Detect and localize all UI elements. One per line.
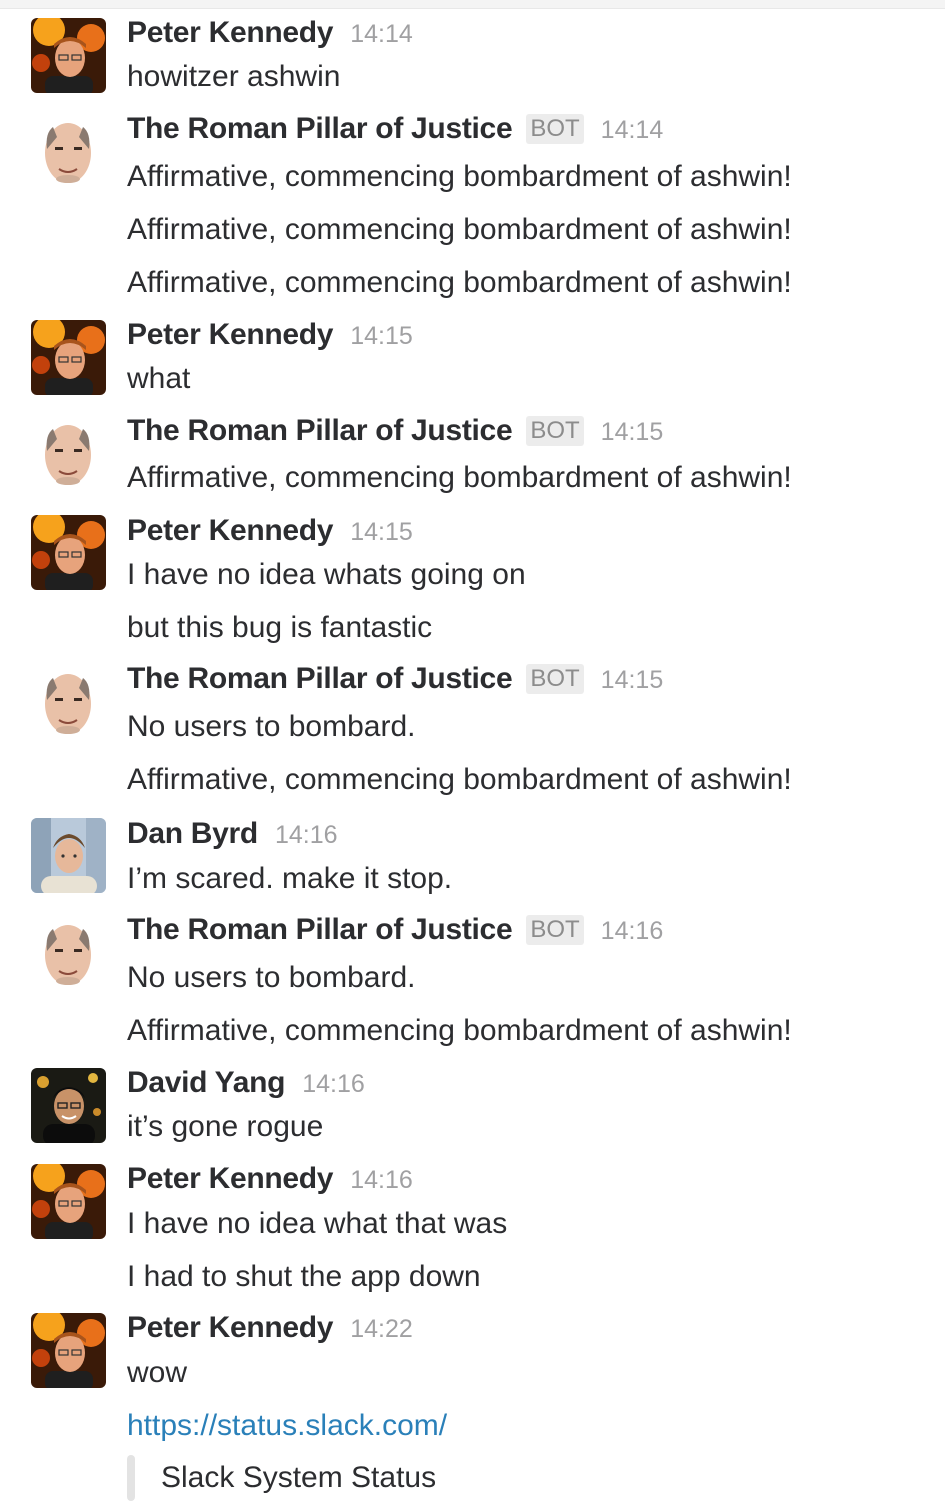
message-header: Peter Kennedy 14:16 xyxy=(127,1162,413,1202)
message-text: it’s gone rogue xyxy=(127,1110,324,1143)
message-text: Affirmative, commencing bombardment of a… xyxy=(127,1014,792,1047)
message-text: howitzer ashwin xyxy=(127,60,341,93)
attachment-title[interactable]: Slack System Status xyxy=(161,1458,436,1498)
author-name[interactable]: Peter Kennedy xyxy=(127,514,333,548)
message-text: but this bug is fantastic xyxy=(127,611,433,644)
avatar-peter-kennedy[interactable] xyxy=(31,1313,106,1388)
message-header: Peter Kennedy 14:22 xyxy=(127,1311,413,1351)
message-text: No users to bombard. xyxy=(127,710,416,743)
message-timestamp[interactable]: 14:14 xyxy=(350,20,413,49)
message-timestamp[interactable]: 14:15 xyxy=(601,666,664,695)
top-divider xyxy=(0,0,945,9)
message-text: wow xyxy=(127,1356,188,1389)
message-header: The Roman Pillar of Justice BOT 14:16 xyxy=(127,913,663,953)
avatar-peter-kennedy[interactable] xyxy=(31,320,106,395)
author-name[interactable]: Dan Byrd xyxy=(127,817,258,851)
author-name[interactable]: The Roman Pillar of Justice xyxy=(127,662,513,696)
message-header: Peter Kennedy 14:15 xyxy=(127,514,413,554)
bot-badge: BOT xyxy=(526,114,584,144)
avatar-roman-pillar[interactable] xyxy=(31,415,106,490)
message-timestamp[interactable]: 14:16 xyxy=(302,1070,365,1099)
message-text: I’m scared. make it stop. xyxy=(127,862,453,895)
message-text: No users to bombard. xyxy=(127,961,416,994)
message-timestamp[interactable]: 14:15 xyxy=(350,518,413,547)
message-header: David Yang 14:16 xyxy=(127,1066,365,1106)
avatar-roman-pillar[interactable] xyxy=(31,113,106,188)
author-name[interactable]: Peter Kennedy xyxy=(127,16,333,50)
avatar-dan-byrd[interactable] xyxy=(31,818,106,893)
message-text: Affirmative, commencing bombardment of a… xyxy=(127,160,792,193)
message-text: Affirmative, commencing bombardment of a… xyxy=(127,763,792,796)
avatar-david-yang[interactable] xyxy=(31,1068,106,1143)
message-timestamp[interactable]: 14:15 xyxy=(350,322,413,351)
message-text: Affirmative, commencing bombardment of a… xyxy=(127,461,792,494)
message-text: what xyxy=(127,362,191,395)
message-timestamp[interactable]: 14:16 xyxy=(601,917,664,946)
message-header: Dan Byrd 14:16 xyxy=(127,817,338,857)
avatar-peter-kennedy[interactable] xyxy=(31,18,106,93)
author-name[interactable]: Peter Kennedy xyxy=(127,1311,333,1345)
message-header: The Roman Pillar of Justice BOT 14:15 xyxy=(127,414,663,454)
message-text: Affirmative, commencing bombardment of a… xyxy=(127,213,792,246)
avatar-roman-pillar[interactable] xyxy=(31,915,106,990)
message-text: I had to shut the app down xyxy=(127,1260,481,1293)
message-header: Peter Kennedy 14:15 xyxy=(127,318,413,358)
message-text: Affirmative, commencing bombardment of a… xyxy=(127,266,792,299)
author-name[interactable]: The Roman Pillar of Justice xyxy=(127,913,513,947)
message-header: The Roman Pillar of Justice BOT 14:14 xyxy=(127,112,663,152)
message-timestamp[interactable]: 14:16 xyxy=(350,1166,413,1195)
message-link[interactable]: https://status.slack.com/ xyxy=(127,1406,447,1446)
bot-badge: BOT xyxy=(526,416,584,446)
message-timestamp[interactable]: 14:14 xyxy=(601,116,664,145)
message-header: The Roman Pillar of Justice BOT 14:15 xyxy=(127,662,663,702)
message-timestamp[interactable]: 14:16 xyxy=(275,821,338,850)
message-timestamp[interactable]: 14:15 xyxy=(601,418,664,447)
author-name[interactable]: David Yang xyxy=(127,1066,285,1100)
avatar-peter-kennedy[interactable] xyxy=(31,1164,106,1239)
author-name[interactable]: The Roman Pillar of Justice xyxy=(127,414,513,448)
attachment-bar xyxy=(127,1455,135,1501)
bot-badge: BOT xyxy=(526,915,584,945)
avatar-roman-pillar[interactable] xyxy=(31,664,106,739)
message-timestamp[interactable]: 14:22 xyxy=(350,1315,413,1344)
author-name[interactable]: The Roman Pillar of Justice xyxy=(127,112,513,146)
bot-badge: BOT xyxy=(526,664,584,694)
avatar-peter-kennedy[interactable] xyxy=(31,515,106,590)
author-name[interactable]: Peter Kennedy xyxy=(127,318,333,352)
author-name[interactable]: Peter Kennedy xyxy=(127,1162,333,1196)
message-text: I have no idea what that was xyxy=(127,1207,508,1240)
message-text: I have no idea whats going on xyxy=(127,558,526,591)
message-header: Peter Kennedy 14:14 xyxy=(127,16,413,56)
